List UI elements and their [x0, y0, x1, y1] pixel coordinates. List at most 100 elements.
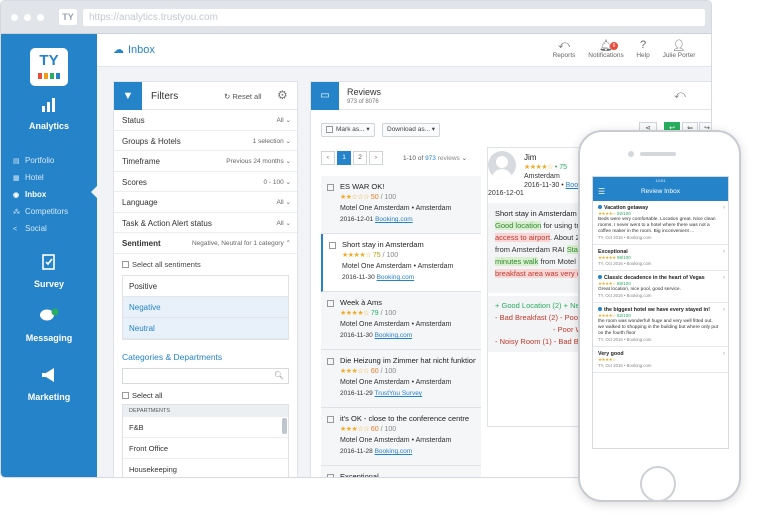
opinion-tag[interactable]: + Good Location (2)	[495, 301, 562, 310]
notification-badge: 6	[610, 42, 618, 50]
nav-messaging[interactable]: Messaging	[1, 308, 97, 343]
sub-nav-portfolio[interactable]: ▤ Portfolio	[1, 152, 97, 169]
review-list-item[interactable]: Short stay in Amsterdam ★★★★☆ 75 / 100 Mot…	[321, 234, 481, 292]
window-dot-icon[interactable]	[37, 14, 44, 21]
review-item-date: 2016-12-01 Booking.com	[340, 216, 413, 223]
sentiment-option[interactable]: Neutral	[123, 317, 288, 339]
filter-value: All ⌄	[276, 199, 292, 206]
review-list-item[interactable]: Exceptional★★★★★	[321, 466, 481, 478]
filter-sentiment[interactable]: Sentiment Negative, Neutral for 1 categor…	[114, 233, 297, 254]
prev-page-button[interactable]: ‹	[321, 151, 335, 165]
reports-button[interactable]: ⤺ Reports	[549, 39, 579, 59]
category-search-input[interactable]: 🔍︎	[122, 367, 289, 384]
unread-dot-icon	[598, 205, 602, 209]
select-all-categories[interactable]: Select all	[114, 384, 297, 404]
nav-marketing[interactable]: Marketing	[1, 367, 97, 402]
window-dot-icon[interactable]	[11, 14, 18, 21]
notifications-button[interactable]: 🔔︎ 6 Notifications	[584, 39, 628, 59]
filter-timeframe[interactable]: Timeframe Previous 24 months ⌄	[114, 151, 297, 172]
nav-messaging-label: Messaging	[25, 333, 73, 343]
select-all-sentiments[interactable]: Select all sentiments	[122, 260, 289, 269]
phone-mockup: 12:01 ☰ Review Inbox Vacation getaway ★★★…	[578, 130, 741, 502]
checkbox-icon[interactable]	[327, 358, 334, 365]
filter-scores[interactable]: Scores 0 - 100 ⌄	[114, 172, 297, 192]
filter-status[interactable]: Status All ⌄	[114, 110, 297, 131]
phone-review-item[interactable]: Very good ★★★★☆ TY, Oct 2016 • Booking.co…	[593, 347, 728, 373]
review-list-item[interactable]: ES WAR OK! ★★☆☆☆ 50 / 100 Motel One Amster…	[321, 176, 481, 234]
user-menu[interactable]: 👤︎ Julie Porter	[659, 39, 699, 59]
filter-label: Timeframe	[122, 157, 160, 166]
review-list: ES WAR OK! ★★☆☆☆ 50 / 100 Motel One Amster…	[321, 176, 481, 478]
mark-as-dropdown[interactable]: Mark as... ▾	[321, 123, 375, 137]
checkbox-icon[interactable]	[327, 300, 334, 307]
hotel-icon: ▦	[13, 175, 20, 182]
filter-value: All ⌄	[276, 117, 292, 124]
source-link[interactable]: Booking.com	[375, 448, 413, 455]
phone-review-item[interactable]: Vacation getaway ★★★★☆ 92/100 Beds were ve…	[593, 201, 728, 245]
export-icon[interactable]: ⤺	[674, 89, 686, 102]
filter-language[interactable]: Language All ⌄	[114, 192, 297, 213]
download-as-dropdown[interactable]: Download as... ▾	[382, 123, 441, 137]
nav-analytics-label: Analytics	[28, 121, 70, 131]
browser-chrome: TY https://analytics.trustyou.com	[1, 1, 711, 34]
phone-review-item[interactable]: Exceptional ★★★★★ 98/100 TY, Oct 2016 • Bo…	[593, 245, 728, 271]
checkbox-icon[interactable]	[122, 392, 129, 400]
reset-all-button[interactable]: ↻ Reset all	[224, 92, 262, 101]
phone-review-meta: TY, Oct 2016 • Booking.com	[598, 235, 652, 240]
active-indicator	[91, 186, 97, 198]
review-list-item[interactable]: Die Heizung im Zimmer hat nicht funktion…	[321, 350, 481, 408]
home-button[interactable]	[640, 466, 676, 502]
review-item-title: Die Heizung im Zimmer hat nicht funktion…	[340, 356, 476, 365]
department-item[interactable]: Housekeeping	[123, 459, 288, 478]
filter-groups-hotels[interactable]: Groups & Hotels 1 selection ⌄	[114, 131, 297, 151]
filter-label: Task & Action Alert status	[122, 218, 212, 228]
checkbox-icon[interactable]	[327, 416, 334, 423]
review-list-item[interactable]: Week à Ams ★★★★☆ 79 / 100 Motel One Amster…	[321, 292, 481, 350]
trustyou-logo[interactable]: TY	[30, 48, 68, 86]
phone-review-item[interactable]: Classic decadence in the heart of Vegas ★…	[593, 271, 728, 303]
sub-nav-competitors[interactable]: ⁂ Competitors	[1, 203, 97, 220]
opinion-tag[interactable]: - Bad Breakfast (2)	[495, 313, 558, 322]
checkbox-icon[interactable]	[329, 242, 336, 249]
chevron-right-icon: ›	[723, 205, 725, 211]
checkbox-icon[interactable]	[327, 474, 334, 477]
nav-survey[interactable]: Survey	[1, 254, 97, 289]
sub-nav-social[interactable]: < Social	[1, 220, 97, 237]
scrollbar-thumb[interactable]	[282, 417, 287, 434]
nav-analytics[interactable]: Analytics	[1, 98, 97, 131]
phone-review-text: Beds were very comfortable. Location gre…	[598, 217, 716, 234]
review-item-rating: ★★★★☆ 79 / 100	[340, 310, 397, 317]
source-link[interactable]: Booking.com	[375, 216, 413, 223]
filter-label: Scores	[122, 177, 147, 187]
source-link[interactable]: TrustYou Survey	[374, 390, 422, 397]
review-item-date: 2016-11-28 Booking.com	[340, 448, 413, 455]
avatar	[488, 151, 516, 179]
help-button[interactable]: ? Help	[632, 39, 654, 59]
opinion-tag[interactable]: - Noisy Room (1)	[495, 337, 552, 346]
filter-label: Language	[122, 198, 158, 207]
sub-nav-label: Hotel	[25, 173, 44, 182]
sub-nav-inbox[interactable]: ◉ Inbox	[1, 186, 97, 203]
page-button[interactable]: 2	[353, 151, 367, 165]
review-list-item[interactable]: it's OK - close to the conference centre…	[321, 408, 481, 466]
checkbox-icon[interactable]	[327, 184, 334, 191]
filter-label: Groups & Hotels	[122, 136, 181, 146]
checkbox-icon[interactable]	[122, 261, 129, 269]
checkbox-icon[interactable]	[326, 125, 333, 133]
window-dot-icon[interactable]	[24, 14, 31, 21]
phone-review-item[interactable]: the biggest hotel we have every stayed i…	[593, 303, 728, 347]
review-item-title: Exceptional	[340, 472, 379, 478]
source-link[interactable]: Booking.com	[377, 274, 415, 281]
page-button[interactable]: 1	[337, 151, 351, 165]
sub-nav-hotel[interactable]: ▦ Hotel	[1, 169, 97, 186]
address-bar[interactable]: https://analytics.trustyou.com	[83, 9, 705, 26]
filter-task-status[interactable]: Task & Action Alert status All ⌄	[114, 213, 297, 233]
department-item[interactable]: F&B	[123, 417, 288, 438]
sentiment-option[interactable]: Positive	[123, 276, 288, 297]
hamburger-icon[interactable]: ☰	[598, 185, 605, 199]
sentiment-option[interactable]: Negative	[123, 296, 288, 318]
gear-icon[interactable]: ⚙	[277, 88, 288, 102]
department-item[interactable]: Front Office	[123, 438, 288, 459]
source-link[interactable]: Booking.com	[375, 332, 413, 339]
next-page-button[interactable]: ›	[369, 151, 383, 165]
